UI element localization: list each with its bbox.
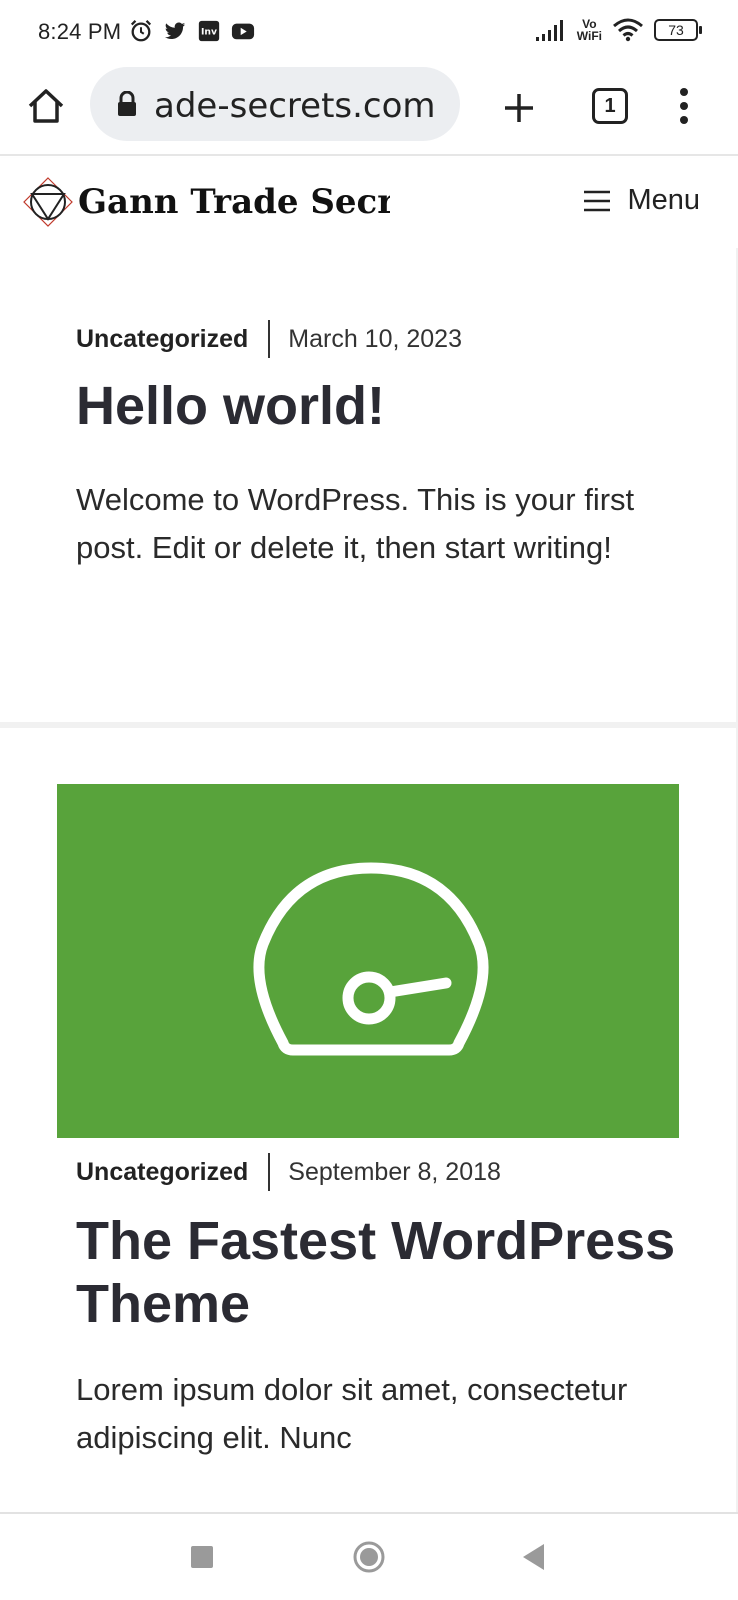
battery-indicator: 73 — [654, 19, 702, 41]
post-title[interactable]: The Fastest WordPress Theme — [76, 1210, 676, 1336]
meta-divider — [268, 320, 271, 358]
site-title[interactable]: Gann Trade Secrets — [78, 182, 390, 222]
hamburger-icon — [584, 190, 611, 211]
svg-text:Inv: Inv — [201, 27, 217, 38]
lock-icon — [118, 91, 136, 116]
vowifi-indicator: Vo WiFi — [577, 18, 602, 42]
post-date[interactable]: March 10, 2023 — [288, 325, 462, 354]
nav-home-icon[interactable] — [352, 1540, 386, 1574]
menu-button[interactable]: Menu — [583, 184, 700, 217]
system-navigation-bar — [0, 1512, 738, 1600]
site-header: Gann Trade Secrets Menu — [0, 158, 738, 248]
post-card: Uncategorized March 10, 2023 Hello world… — [0, 248, 736, 722]
site-logo-icon[interactable] — [22, 176, 74, 228]
featured-image[interactable] — [57, 784, 679, 1138]
investing-icon: Inv — [198, 20, 220, 42]
status-time: 8:24 PM — [38, 19, 122, 44]
alarm-icon — [130, 20, 152, 42]
new-tab-icon[interactable] — [497, 86, 541, 130]
post-meta: Uncategorized September 8, 2018 — [76, 1153, 501, 1191]
more-options-icon[interactable] — [674, 84, 694, 128]
browser-toolbar: ade-secrets.com 1 — [0, 62, 738, 156]
post-excerpt: Lorem ipsum dolor sit amet, consectetur … — [76, 1372, 628, 1455]
nav-back-icon[interactable] — [520, 1542, 546, 1572]
url-text: ade-secrets.com — [154, 86, 436, 126]
meta-divider — [268, 1153, 271, 1191]
vowifi-label-bottom: WiFi — [576, 29, 602, 43]
post-category[interactable]: Uncategorized — [76, 1158, 248, 1187]
home-icon[interactable] — [24, 84, 68, 128]
post-date[interactable]: September 8, 2018 — [288, 1158, 501, 1187]
address-bar[interactable]: ade-secrets.com — [90, 67, 460, 141]
youtube-icon — [231, 23, 255, 40]
menu-label: Menu — [627, 184, 700, 216]
status-bar: 8:24 PM Inv Vo WiFi 73 — [0, 0, 738, 62]
wifi-icon — [613, 18, 643, 42]
twitter-icon — [164, 22, 186, 40]
post-category[interactable]: Uncategorized — [76, 325, 248, 354]
signal-icon — [535, 20, 563, 41]
post-title[interactable]: Hello world! — [76, 375, 676, 438]
speedometer-icon — [253, 862, 489, 1056]
tab-switcher-button[interactable]: 1 — [592, 88, 628, 124]
recent-apps-icon[interactable] — [191, 1546, 213, 1568]
notification-icons: Inv — [128, 19, 256, 43]
post-meta: Uncategorized March 10, 2023 — [76, 320, 462, 358]
post-excerpt: Welcome to WordPress. This is your first… — [76, 482, 635, 565]
status-right-icons: Vo WiFi 73 — [535, 18, 702, 42]
post-card: Uncategorized September 8, 2018 The Fast… — [0, 728, 736, 1512]
